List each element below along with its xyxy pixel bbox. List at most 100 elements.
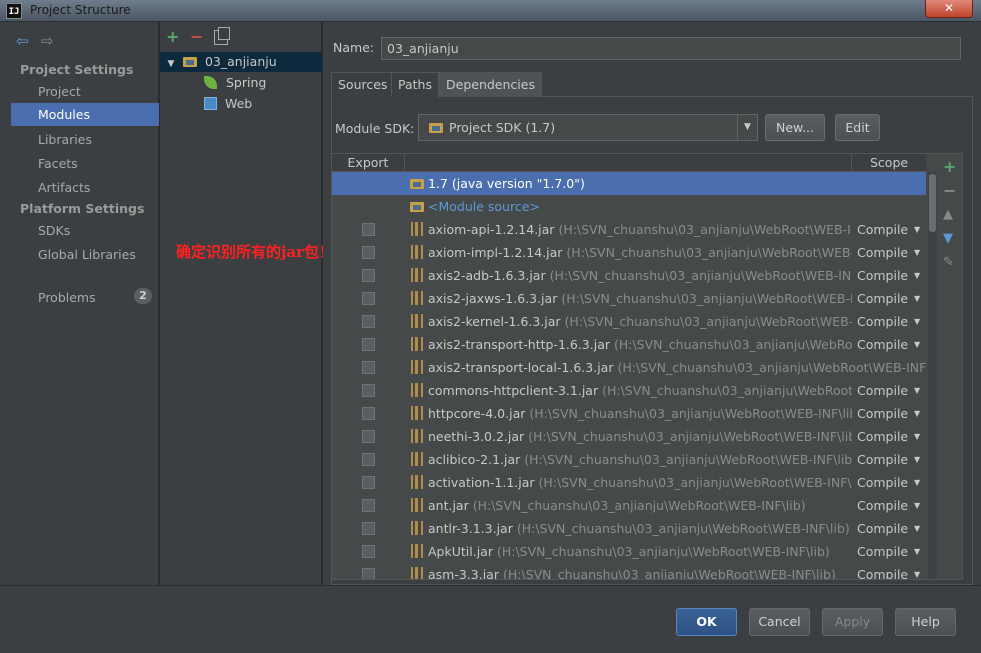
chevron-down-icon[interactable]: ▼ — [914, 563, 920, 579]
help-button[interactable]: Help — [895, 608, 956, 636]
chevron-down-icon[interactable]: ▼ — [914, 448, 920, 471]
forward-arrow-icon[interactable]: ⇨ — [41, 33, 54, 49]
tab-dependencies[interactable]: Dependencies — [439, 72, 542, 97]
export-checkbox[interactable] — [362, 499, 375, 512]
chevron-down-icon[interactable]: ▼ — [914, 218, 920, 241]
chevron-down-icon[interactable]: ▼ — [914, 517, 920, 540]
table-row[interactable]: axis2-adb-1.6.3.jar (H:\SVN_chuanshu\03_… — [332, 264, 926, 287]
sidebar-item-global-libraries[interactable]: Global Libraries — [11, 243, 159, 266]
move-down-icon[interactable]: ▼ — [943, 231, 953, 247]
scope-select[interactable]: Compile — [857, 333, 908, 356]
table-row[interactable]: 1.7 (java version "1.7.0") — [332, 172, 926, 195]
table-row[interactable]: axis2-transport-http-1.6.3.jar (H:\SVN_c… — [332, 333, 926, 356]
chevron-down-icon[interactable]: ▼ — [914, 494, 920, 517]
expand-arrow-icon[interactable]: ▼ — [163, 54, 179, 74]
chevron-down-icon[interactable]: ▼ — [914, 402, 920, 425]
sidebar-item-facets[interactable]: Facets — [11, 152, 159, 175]
chevron-down-icon[interactable]: ▼ — [914, 425, 920, 448]
export-checkbox[interactable] — [362, 384, 375, 397]
table-row[interactable]: axiom-api-1.2.14.jar (H:\SVN_chuanshu\03… — [332, 218, 926, 241]
apply-button[interactable]: Apply — [822, 608, 883, 636]
scope-select[interactable]: Compile — [857, 241, 908, 264]
scope-select[interactable]: Compile — [857, 471, 908, 494]
tree-item-spring[interactable]: Spring — [204, 73, 266, 93]
table-row[interactable]: axis2-jaxws-1.6.3.jar (H:\SVN_chuanshu\0… — [332, 287, 926, 310]
table-row[interactable]: httpcore-4.0.jar (H:\SVN_chuanshu\03_anj… — [332, 402, 926, 425]
export-checkbox[interactable] — [362, 361, 375, 374]
export-checkbox[interactable] — [362, 246, 375, 259]
scope-select[interactable]: Compile — [857, 517, 908, 540]
scope-select[interactable]: Compile — [857, 402, 908, 425]
scope-select[interactable]: Compile — [857, 218, 908, 241]
table-row[interactable]: axis2-kernel-1.6.3.jar (H:\SVN_chuanshu\… — [332, 310, 926, 333]
back-arrow-icon[interactable]: ⇦ — [16, 33, 29, 49]
chevron-down-icon[interactable]: ▼ — [914, 540, 920, 563]
chevron-down-icon[interactable]: ▼ — [914, 471, 920, 494]
sidebar-item-artifacts[interactable]: Artifacts — [11, 176, 159, 199]
chevron-down-icon[interactable]: ▼ — [914, 264, 920, 287]
window-close-button[interactable]: ✕ — [925, 0, 973, 18]
chevron-down-icon[interactable]: ▼ — [914, 310, 920, 333]
column-header-export[interactable]: Export — [332, 154, 405, 172]
export-checkbox[interactable] — [362, 292, 375, 305]
sidebar-item-modules[interactable]: Modules — [11, 103, 159, 126]
table-row[interactable]: neethi-3.0.2.jar (H:\SVN_chuanshu\03_anj… — [332, 425, 926, 448]
chevron-down-icon[interactable]: ▼ — [737, 115, 757, 140]
table-row[interactable]: commons-httpclient-3.1.jar (H:\SVN_chuan… — [332, 379, 926, 402]
export-checkbox[interactable] — [362, 407, 375, 420]
sidebar-item-libraries[interactable]: Libraries — [11, 128, 159, 151]
remove-icon[interactable]: − — [190, 28, 203, 46]
export-checkbox[interactable] — [362, 476, 375, 489]
scope-select[interactable]: Compile — [857, 494, 908, 517]
export-checkbox[interactable] — [362, 545, 375, 558]
scope-select[interactable]: Compile — [857, 379, 908, 402]
module-sdk-select[interactable]: Project SDK (1.7) ▼ — [418, 114, 758, 141]
table-row[interactable]: activation-1.1.jar (H:\SVN_chuanshu\03_a… — [332, 471, 926, 494]
export-checkbox[interactable] — [362, 338, 375, 351]
table-row[interactable]: ant.jar (H:\SVN_chuanshu\03_anjianju\Web… — [332, 494, 926, 517]
tab-paths[interactable]: Paths — [391, 72, 439, 97]
tree-item-web[interactable]: Web — [204, 94, 252, 114]
table-row[interactable]: axis2-transport-local-1.6.3.jar (H:\SVN_… — [332, 356, 926, 379]
edit-sdk-button[interactable]: Edit — [835, 114, 880, 141]
export-checkbox[interactable] — [362, 522, 375, 535]
cancel-button[interactable]: Cancel — [749, 608, 810, 636]
export-checkbox[interactable] — [362, 453, 375, 466]
move-up-icon[interactable]: ▲ — [943, 207, 953, 223]
add-icon[interactable]: + — [166, 28, 179, 46]
table-row[interactable]: aclibico-2.1.jar (H:\SVN_chuanshu\03_anj… — [332, 448, 926, 471]
export-checkbox[interactable] — [362, 223, 375, 236]
ok-button[interactable]: OK — [676, 608, 737, 636]
remove-dependency-icon[interactable]: − — [943, 183, 956, 199]
scope-select[interactable]: Compile — [857, 264, 908, 287]
export-checkbox[interactable] — [362, 269, 375, 282]
tab-sources[interactable]: Sources — [331, 72, 395, 97]
table-row[interactable]: axiom-impl-1.2.14.jar (H:\SVN_chuanshu\0… — [332, 241, 926, 264]
tree-item-module-root[interactable]: ▼ 03_anjianju — [160, 52, 322, 72]
copy-icon[interactable] — [214, 27, 230, 45]
scope-select[interactable]: Compile — [857, 448, 908, 471]
chevron-down-icon[interactable]: ▼ — [914, 333, 920, 356]
chevron-down-icon[interactable]: ▼ — [914, 379, 920, 402]
edit-pencil-icon[interactable]: ✎ — [943, 255, 954, 271]
module-name-input[interactable] — [381, 37, 961, 60]
scope-select[interactable]: Compile — [857, 563, 908, 579]
chevron-down-icon[interactable]: ▼ — [914, 287, 920, 310]
chevron-down-icon[interactable]: ▼ — [914, 241, 920, 264]
scope-select[interactable]: Compile — [857, 425, 908, 448]
add-dependency-icon[interactable]: + — [943, 159, 956, 175]
table-row[interactable]: asm-3.3.jar (H:\SVN_chuanshu\03_anjianju… — [332, 563, 926, 579]
export-checkbox[interactable] — [362, 568, 375, 579]
table-row[interactable]: ApkUtil.jar (H:\SVN_chuanshu\03_anjianju… — [332, 540, 926, 563]
sidebar-item-project[interactable]: Project — [11, 80, 159, 103]
export-checkbox[interactable] — [362, 315, 375, 328]
table-row[interactable]: <Module source> — [332, 195, 926, 218]
sidebar-item-sdks[interactable]: SDKs — [11, 219, 159, 242]
table-row[interactable]: antlr-3.1.3.jar (H:\SVN_chuanshu\03_anji… — [332, 517, 926, 540]
scope-select[interactable]: Compile — [857, 310, 908, 333]
export-checkbox[interactable] — [362, 430, 375, 443]
column-header-scope[interactable]: Scope — [851, 154, 926, 172]
new-sdk-button[interactable]: New... — [765, 114, 825, 141]
scope-select[interactable]: Compile — [857, 540, 908, 563]
scope-select[interactable]: Compile — [857, 287, 908, 310]
